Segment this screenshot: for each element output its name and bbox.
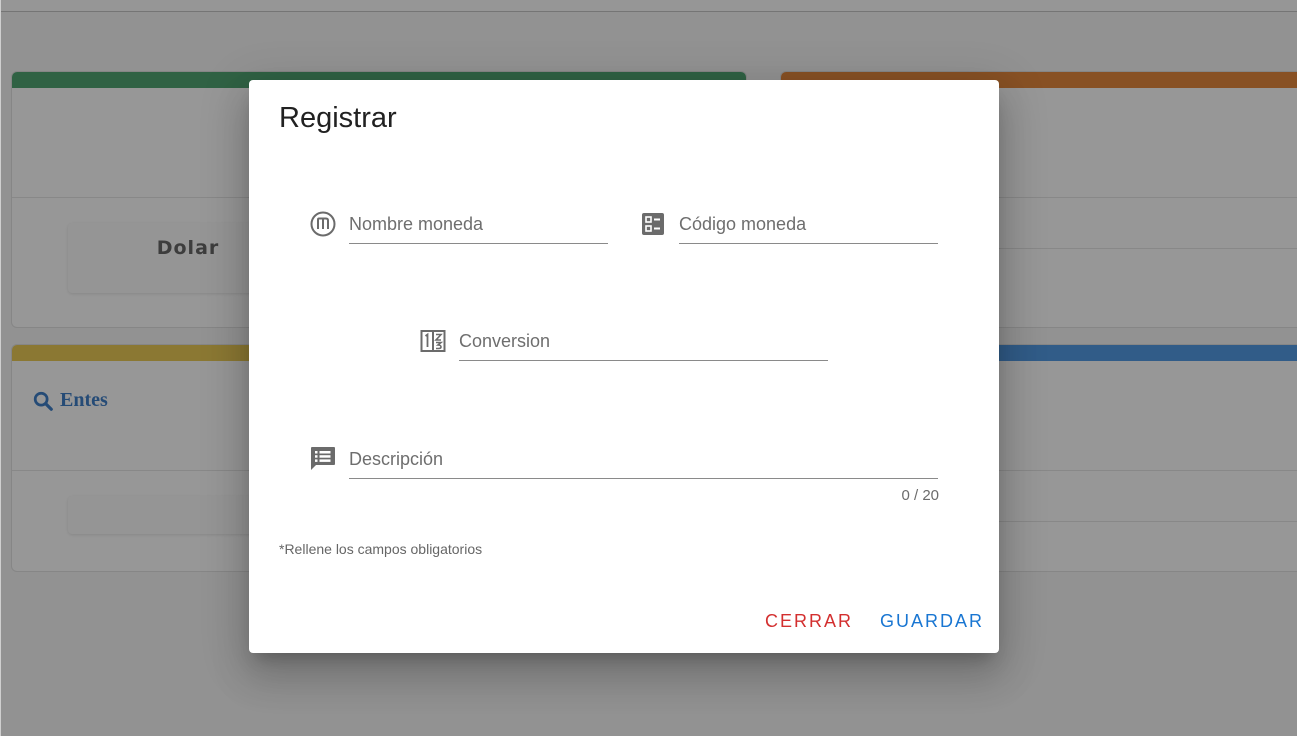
- nombre-moneda-field: [309, 210, 609, 250]
- fraction-icon: [419, 327, 447, 355]
- currency-m-icon: [309, 210, 337, 238]
- close-button[interactable]: Cerrar: [763, 607, 855, 636]
- descripcion-field: [309, 445, 939, 485]
- nombre-moneda-input[interactable]: [349, 210, 608, 238]
- save-button[interactable]: Guardar: [878, 607, 986, 636]
- app-page: Dolar Entes Registrar Nombre moneda Códi…: [0, 0, 1297, 736]
- register-dialog: Registrar Nombre moneda Código moneda Co…: [249, 80, 999, 653]
- conversion-input[interactable]: [459, 327, 828, 355]
- char-counter: 0 / 20: [901, 487, 939, 504]
- message-list-icon: [309, 445, 337, 473]
- dialog-title: Registrar: [279, 102, 397, 134]
- descripcion-input[interactable]: [349, 445, 938, 473]
- codigo-moneda-field: [639, 210, 939, 250]
- required-hint: *Rellene los campos obligatorios: [279, 541, 483, 557]
- conversion-field: [419, 327, 829, 367]
- checklist-icon: [639, 210, 667, 238]
- codigo-moneda-input[interactable]: [679, 210, 938, 238]
